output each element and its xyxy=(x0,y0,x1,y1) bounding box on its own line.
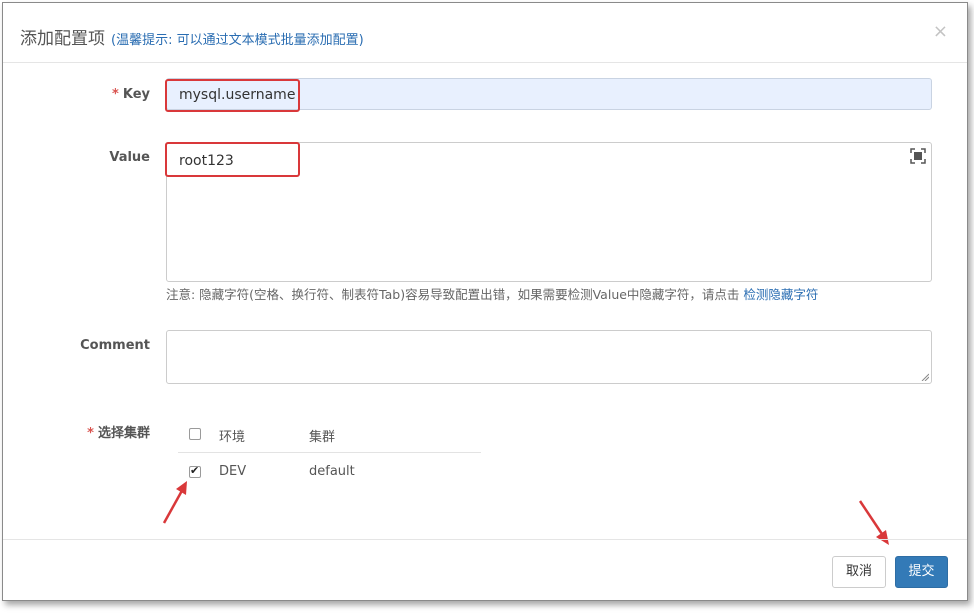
note-text: 注意: 隐藏字符(空格、换行符、制表符Tab)容易导致配置出错，如果需要检测Va… xyxy=(166,287,740,302)
cancel-button[interactable]: 取消 xyxy=(832,556,886,588)
select-all-checkbox[interactable] xyxy=(189,428,201,440)
cluster-label-text: 选择集群 xyxy=(97,426,150,441)
comment-label-text: Comment xyxy=(80,338,150,353)
hidden-char-note: 注意: 隐藏字符(空格、换行符、制表符Tab)容易导致配置出错，如果需要检测Va… xyxy=(166,284,818,303)
key-highlight-box xyxy=(165,79,300,112)
table-row: DEV default xyxy=(178,453,481,491)
value-label: Value xyxy=(10,150,150,165)
row-env: DEV xyxy=(219,464,247,479)
key-label-text: Key xyxy=(122,87,150,102)
table-header-row: 环境 集群 xyxy=(178,418,481,453)
comment-label: Comment xyxy=(10,338,150,353)
cluster-header: 集群 xyxy=(309,430,336,445)
cluster-label: * 选择集群 xyxy=(10,422,150,441)
dialog-title: 添加配置项 (温馨提示: 可以通过文本模式批量添加配置) xyxy=(20,24,364,49)
fullscreen-icon[interactable] xyxy=(910,148,926,164)
comment-textarea[interactable] xyxy=(166,330,932,384)
required-mark: * xyxy=(87,426,94,441)
close-icon[interactable]: × xyxy=(933,21,948,42)
detect-hidden-chars-link[interactable]: 检测隐藏字符 xyxy=(743,287,818,302)
dialog-header: 添加配置项 (温馨提示: 可以通过文本模式批量添加配置) × xyxy=(3,3,967,63)
required-mark: * xyxy=(112,87,119,102)
cluster-table: 环境 集群 DEV default xyxy=(178,418,481,491)
env-header: 环境 xyxy=(219,430,246,445)
submit-button[interactable]: 提交 xyxy=(895,556,948,588)
annotation-arrow-checkbox xyxy=(162,481,187,524)
dialog-hint: (温馨提示: 可以通过文本模式批量添加配置) xyxy=(111,33,364,48)
resize-grip-icon[interactable] xyxy=(921,373,929,381)
row-cluster: default xyxy=(309,464,355,479)
value-highlight-box xyxy=(165,142,300,177)
value-label-text: Value xyxy=(109,150,150,165)
dialog-title-text: 添加配置项 xyxy=(20,29,105,49)
key-label: * Key xyxy=(10,87,150,102)
add-config-dialog: 添加配置项 (温馨提示: 可以通过文本模式批量添加配置) × * Key mysql… xyxy=(2,2,968,601)
cluster-checkbox-dev-default[interactable] xyxy=(189,464,201,478)
dialog-footer: 取消 提交 xyxy=(3,539,967,600)
